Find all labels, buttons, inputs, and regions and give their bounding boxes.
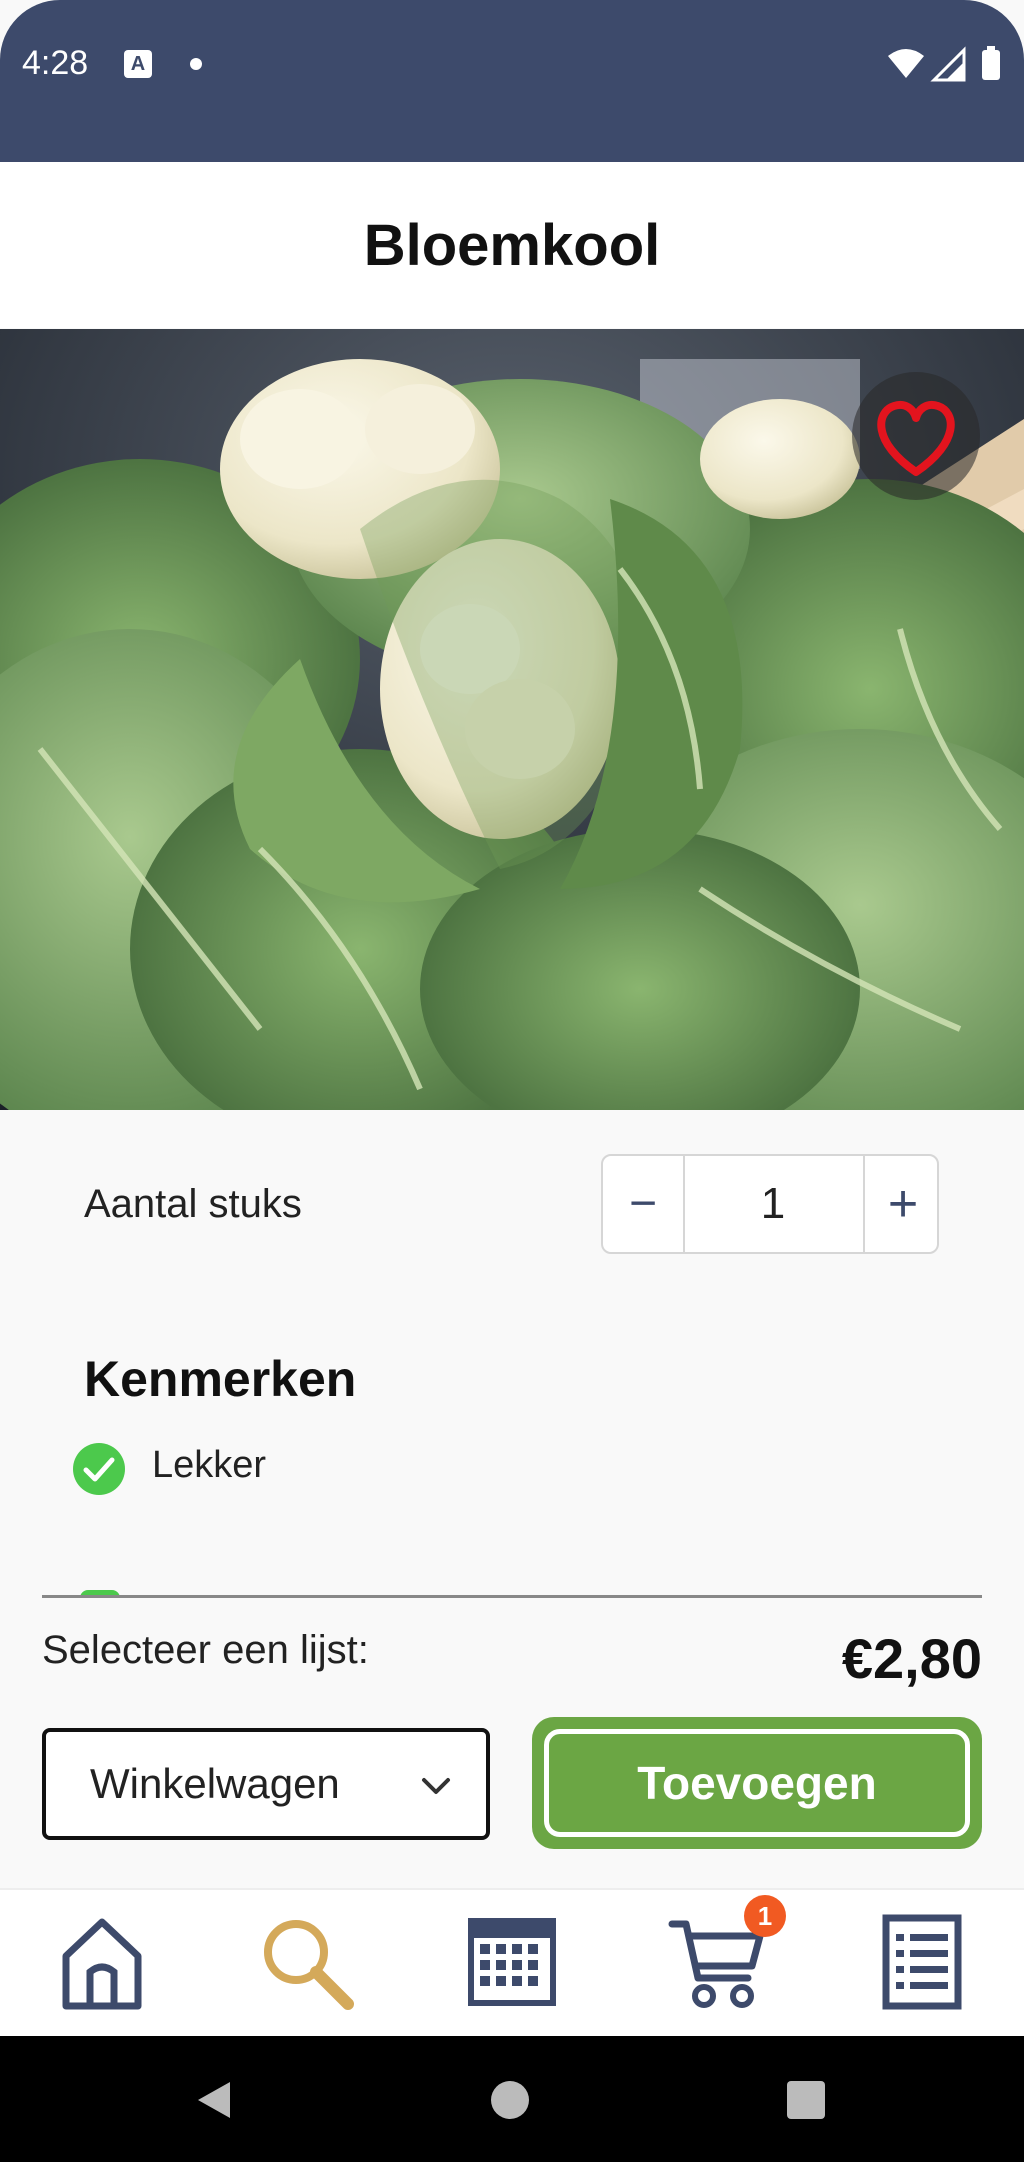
status-bar (0, 0, 1024, 162)
add-button[interactable]: Toevoegen (532, 1717, 982, 1849)
quantity-value[interactable]: 1 (683, 1156, 863, 1252)
heart-icon (877, 401, 955, 476)
favorite-button[interactable] (852, 372, 980, 500)
battery-icon (982, 50, 1000, 80)
notification-dot-icon (190, 58, 202, 70)
divider (42, 1595, 982, 1598)
select-list-label: Selecteer een lijst: (42, 1628, 369, 1672)
calendar-icon[interactable] (462, 1912, 562, 2012)
decrement-button[interactable]: − (603, 1156, 685, 1252)
features-heading: Kenmerken (84, 1351, 357, 1407)
notification-app-icon: A (124, 50, 152, 78)
back-icon[interactable] (192, 2078, 234, 2122)
quantity-stepper: − 1 + (601, 1154, 939, 1254)
product-price: €2,80 (841, 1627, 982, 1690)
wifi-icon (888, 49, 924, 78)
status-time: 4:28 (22, 44, 89, 82)
list-icon[interactable] (872, 1912, 972, 2012)
chevron-down-icon (422, 1778, 450, 1794)
home-icon[interactable] (52, 1912, 152, 2012)
page-title: Bloemkool (363, 213, 661, 278)
list-dropdown[interactable]: Winkelwagen (42, 1728, 490, 1840)
recents-icon[interactable] (786, 2080, 826, 2120)
add-button-label: Toevoegen (544, 1729, 970, 1837)
quantity-label: Aantal stuks (84, 1182, 302, 1226)
search-icon[interactable] (256, 1912, 356, 2012)
home-circle-icon[interactable] (490, 2080, 530, 2120)
status-icons (888, 46, 1000, 82)
feature-item: Lekker (152, 1444, 267, 1486)
cart-badge: 1 (744, 1895, 786, 1937)
list-dropdown-value: Winkelwagen (90, 1760, 340, 1807)
check-circle-icon (73, 1443, 125, 1495)
increment-button[interactable]: + (863, 1156, 941, 1252)
